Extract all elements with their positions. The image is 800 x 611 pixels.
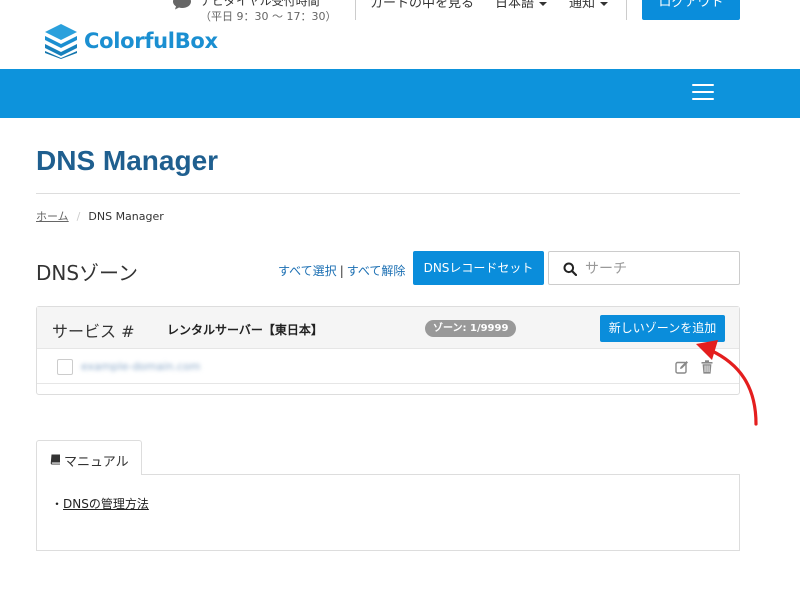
logo-box-icon — [45, 24, 77, 59]
zone-domain[interactable]: example-domain.com — [81, 360, 201, 373]
book-icon — [50, 454, 60, 465]
caret-down-icon — [600, 1, 609, 6]
logo-text: ColorfulBox — [84, 29, 218, 53]
divider — [355, 0, 356, 20]
support-title: ナビダイヤル受付時間 — [200, 0, 320, 8]
table-row: example-domain.com — [37, 350, 739, 384]
logo[interactable]: ColorfulBox — [44, 23, 218, 59]
bullet: ・ — [51, 497, 64, 511]
logout-button[interactable]: ログアウト — [642, 0, 740, 20]
breadcrumb: ホーム / DNS Manager — [36, 210, 164, 223]
dns-manual-link[interactable]: DNSの管理方法 — [63, 497, 149, 511]
manual-panel: ・DNSの管理方法 — [36, 474, 740, 551]
service-label: サービス # — [52, 322, 135, 341]
cart-link[interactable]: カートの中を見る — [370, 0, 474, 12]
title-divider — [36, 193, 740, 194]
deselect-all-link[interactable]: すべて解除 — [347, 264, 406, 278]
service-panel: サービス # レンタルサーバー【東日本】 ゾーン: 1/9999 新しいゾーンを… — [36, 306, 740, 395]
divider — [626, 0, 627, 20]
notice-label: 通知 — [569, 0, 596, 11]
search-box — [548, 251, 740, 285]
chat-bubble-icon — [173, 0, 191, 10]
support-hours: （平日 9：30 〜 17：30） — [200, 10, 337, 23]
panel-header: サービス # レンタルサーバー【東日本】 ゾーン: 1/9999 新しいゾーンを… — [37, 307, 739, 349]
language-label: 日本語 — [495, 0, 535, 11]
tab-manual[interactable]: マニュアル — [36, 440, 142, 475]
search-icon — [563, 262, 577, 276]
search-input[interactable] — [585, 258, 730, 280]
notice-dropdown[interactable]: 通知 — [569, 0, 609, 12]
zones-heading: DNSゾーン — [36, 261, 139, 285]
language-dropdown[interactable]: 日本語 — [495, 0, 548, 12]
row-checkbox[interactable] — [57, 359, 73, 375]
edit-icon[interactable] — [675, 360, 689, 374]
tab-manual-label: マニュアル — [64, 455, 129, 470]
manual-list-item: ・DNSの管理方法 — [51, 495, 149, 512]
red-arrow-annotation — [696, 340, 758, 426]
caret-down-icon — [539, 1, 548, 6]
select-all-link[interactable]: すべて選択 — [278, 264, 337, 278]
hamburger-menu-icon[interactable] — [692, 84, 714, 102]
main-navbar — [0, 69, 800, 118]
breadcrumb-home-link[interactable]: ホーム — [36, 210, 69, 223]
zone-count-badge: ゾーン: 1/9999 — [425, 320, 517, 337]
top-header: ナビダイヤル受付時間 （平日 9：30 〜 17：30） カートの中を見る 日本… — [0, 0, 800, 70]
breadcrumb-current: DNS Manager — [88, 210, 164, 223]
page-title: DNS Manager — [36, 145, 219, 176]
selection-links: すべて選択 | すべて解除 — [278, 264, 406, 278]
dns-recordset-button[interactable]: DNSレコードセット — [413, 251, 544, 285]
service-name: レンタルサーバー【東日本】 — [167, 323, 323, 337]
support-info: ナビダイヤル受付時間 （平日 9：30 〜 17：30） — [172, 0, 336, 24]
